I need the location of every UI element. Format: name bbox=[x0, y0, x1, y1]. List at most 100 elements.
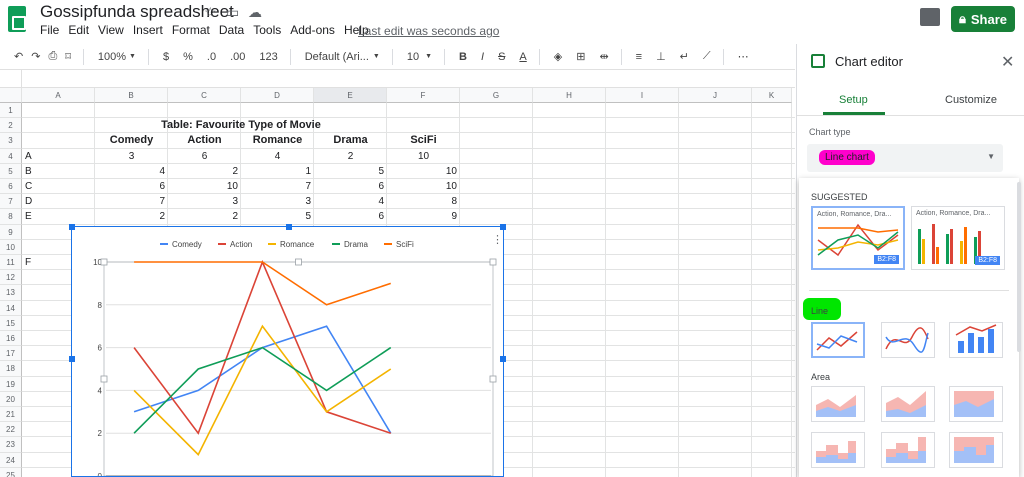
row-label[interactable]: D bbox=[22, 194, 95, 209]
row-header-7[interactable]: 7 bbox=[0, 194, 22, 210]
resize-handle[interactable] bbox=[69, 224, 75, 230]
row-header-9[interactable]: 9 bbox=[0, 224, 22, 240]
column-header-b[interactable]: B bbox=[95, 88, 168, 103]
row-header-8[interactable]: 8 bbox=[0, 209, 22, 225]
column-header-g[interactable]: G bbox=[460, 88, 533, 103]
zoom-select[interactable]: 100% bbox=[98, 51, 126, 63]
column-label[interactable]: Comedy bbox=[95, 133, 168, 148]
embedded-chart[interactable]: 0246810ComedyActionRomanceDramaSciFi⋮ bbox=[69, 224, 506, 477]
data-cell[interactable]: 5 bbox=[241, 209, 314, 224]
more-icon[interactable]: ⋯ bbox=[738, 50, 749, 63]
last-edit-link[interactable]: Last edit was seconds ago bbox=[358, 24, 499, 38]
data-cell[interactable]: 3 bbox=[241, 194, 314, 209]
row-header-11[interactable]: 11 bbox=[0, 255, 22, 271]
percent-area-chart-option[interactable] bbox=[949, 386, 1003, 422]
table-title[interactable]: Table: Favourite Type of Movie bbox=[95, 118, 387, 133]
row-header-6[interactable]: 6 bbox=[0, 179, 22, 195]
row-header-25[interactable]: 25 bbox=[0, 467, 22, 477]
fill-color-icon[interactable]: ◈ bbox=[554, 50, 562, 63]
row-header-2[interactable]: 2 bbox=[0, 118, 22, 134]
data-cell[interactable]: 6 bbox=[95, 179, 168, 194]
more-formats-button[interactable]: 123 bbox=[259, 51, 277, 63]
row-header-19[interactable]: 19 bbox=[0, 376, 22, 392]
sheets-logo-icon[interactable] bbox=[8, 6, 26, 32]
text-wrap-icon[interactable]: ↵ bbox=[680, 50, 689, 63]
tab-customize[interactable]: Customize bbox=[945, 94, 997, 106]
folder-icon[interactable]: ▭ bbox=[226, 4, 239, 21]
chevron-down-icon[interactable]: ▼ bbox=[129, 53, 136, 60]
column-label[interactable]: Action bbox=[168, 133, 241, 148]
row-label[interactable]: E bbox=[22, 209, 95, 224]
column-header-d[interactable]: D bbox=[241, 88, 314, 103]
row-header-24[interactable]: 24 bbox=[0, 452, 22, 468]
row-header-12[interactable]: 12 bbox=[0, 270, 22, 286]
data-cell[interactable]: 2 bbox=[95, 209, 168, 224]
column-label[interactable]: Drama bbox=[314, 133, 387, 148]
column-label[interactable]: Romance bbox=[241, 133, 314, 148]
redo-icon[interactable]: ↷ bbox=[31, 50, 40, 63]
comment-icon[interactable] bbox=[920, 8, 940, 26]
chart-type-select[interactable]: Line chart ▼ bbox=[807, 144, 1003, 172]
menu-addons[interactable]: Add-ons bbox=[290, 23, 335, 39]
merge-cells-icon[interactable]: ⇹ bbox=[599, 50, 608, 63]
percent-stepped-area-option[interactable] bbox=[949, 432, 1003, 468]
column-header-c[interactable]: C bbox=[168, 88, 241, 103]
italic-icon[interactable]: I bbox=[481, 51, 484, 63]
data-cell[interactable]: 6 bbox=[314, 179, 387, 194]
row-header-22[interactable]: 22 bbox=[0, 422, 22, 438]
font-size-select[interactable]: 10 bbox=[407, 51, 419, 63]
column-header-i[interactable]: I bbox=[606, 88, 679, 103]
column-header-k[interactable]: K bbox=[752, 88, 792, 103]
menu-view[interactable]: View bbox=[98, 23, 124, 39]
strikethrough-icon[interactable]: S bbox=[498, 51, 505, 63]
text-rotation-icon[interactable]: ⟋ bbox=[703, 50, 711, 63]
data-cell[interactable]: 7 bbox=[241, 179, 314, 194]
resize-handle[interactable] bbox=[500, 356, 506, 362]
data-cell[interactable]: 9 bbox=[387, 209, 460, 224]
data-cell[interactable]: 2 bbox=[168, 209, 241, 224]
row-header-17[interactable]: 17 bbox=[0, 346, 22, 362]
print-icon[interactable]: ⎙ bbox=[48, 50, 57, 63]
line-chart-option[interactable] bbox=[811, 322, 865, 358]
data-cell[interactable]: 4 bbox=[314, 194, 387, 209]
column-label[interactable]: SciFi bbox=[387, 133, 460, 148]
stacked-area-chart-option[interactable] bbox=[881, 386, 935, 422]
row-header-13[interactable]: 13 bbox=[0, 285, 22, 301]
data-cell[interactable]: 10 bbox=[387, 179, 460, 194]
row-header-3[interactable]: 3 bbox=[0, 133, 22, 149]
stepped-area-chart-option[interactable] bbox=[811, 432, 865, 468]
share-button[interactable]: 🔒︎ Share bbox=[951, 6, 1015, 32]
row-header-10[interactable]: 10 bbox=[0, 239, 22, 255]
data-cell[interactable]: 2 bbox=[314, 149, 387, 164]
row-header-14[interactable]: 14 bbox=[0, 300, 22, 316]
data-cell[interactable]: 4 bbox=[95, 164, 168, 179]
suggested-column-chart[interactable]: Action, Romance, Dra... B2:F8 bbox=[911, 206, 1005, 270]
data-cell[interactable]: 10 bbox=[168, 179, 241, 194]
percent-button[interactable]: % bbox=[183, 51, 193, 63]
paint-format-icon[interactable]: ⌑ bbox=[65, 50, 71, 63]
menu-tools[interactable]: Tools bbox=[253, 23, 281, 39]
row-label[interactable]: C bbox=[22, 179, 95, 194]
menu-edit[interactable]: Edit bbox=[68, 23, 89, 39]
chevron-down-icon[interactable]: ▼ bbox=[425, 53, 432, 60]
undo-icon[interactable]: ↶ bbox=[14, 50, 23, 63]
text-color-icon[interactable]: A bbox=[519, 51, 526, 63]
row-header-4[interactable]: 4 bbox=[0, 148, 22, 164]
data-cell[interactable]: 1 bbox=[241, 164, 314, 179]
column-header-h[interactable]: H bbox=[533, 88, 606, 103]
row-label[interactable]: B bbox=[22, 164, 95, 179]
suggested-line-chart[interactable]: Action, Romance, Dra... B2:F8 bbox=[811, 206, 905, 270]
data-cell[interactable]: 10 bbox=[387, 149, 460, 164]
row-header-15[interactable]: 15 bbox=[0, 315, 22, 331]
column-header-f[interactable]: F bbox=[387, 88, 460, 103]
increase-decimal-button[interactable]: .00 bbox=[230, 51, 245, 63]
tab-setup[interactable]: Setup bbox=[839, 94, 868, 106]
data-cell[interactable]: 6 bbox=[168, 149, 241, 164]
bold-icon[interactable]: B bbox=[459, 51, 467, 63]
dropdown-scrollbar[interactable] bbox=[1017, 182, 1021, 352]
formula-bar[interactable] bbox=[0, 70, 795, 88]
star-icon[interactable]: ☆ bbox=[204, 4, 217, 21]
data-cell[interactable]: 3 bbox=[168, 194, 241, 209]
resize-handle[interactable] bbox=[286, 224, 292, 230]
data-cell[interactable]: 6 bbox=[314, 209, 387, 224]
